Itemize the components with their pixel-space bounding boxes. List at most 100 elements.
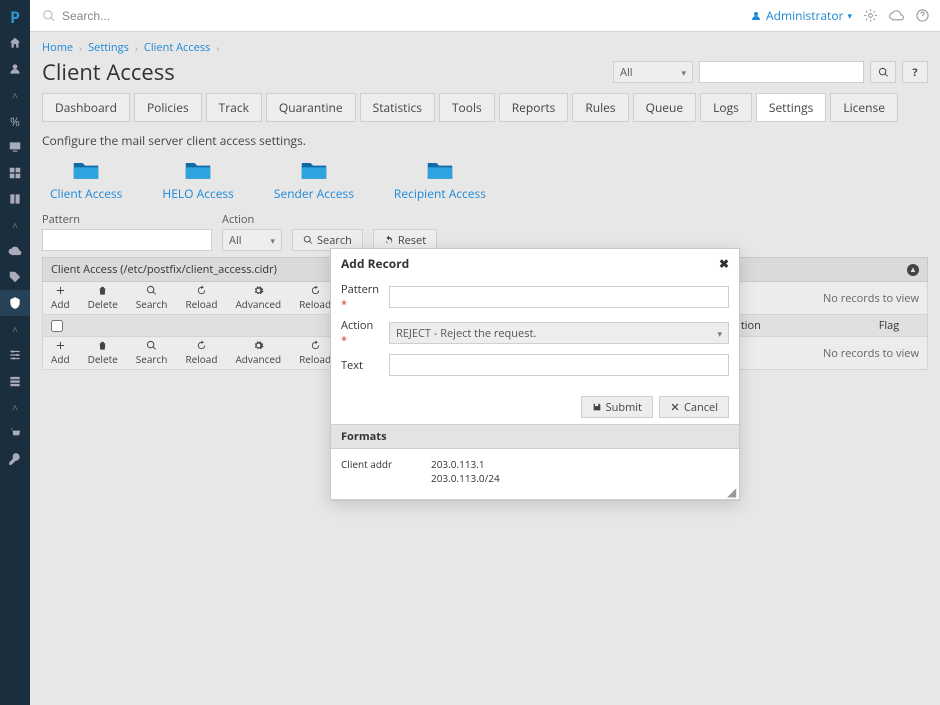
toolbar-add[interactable]: Add [51,285,70,311]
cancel-button[interactable]: Cancel [659,396,729,418]
nav-cloud-icon[interactable] [0,238,30,264]
nav-percent-icon[interactable]: % [0,108,30,134]
nav-stack-icon[interactable] [0,368,30,394]
access-type-cards: Client Access HELO Access Sender Access … [42,159,928,202]
tab-logs[interactable]: Logs [700,93,752,122]
tab-license[interactable]: License [830,93,898,122]
page-title: Client Access [42,57,175,87]
nav-monitor-icon[interactable] [0,134,30,160]
breadcrumb-settings[interactable]: Settings [88,40,129,55]
close-icon[interactable]: ✖ [719,255,729,272]
nav-tag-icon[interactable] [0,264,30,290]
caret-down-icon: ▾ [717,327,722,340]
card-helo-access[interactable]: HELO Access [162,159,234,202]
select-all-checkbox[interactable] [51,320,63,332]
toolbar-advanced[interactable]: Advanced [235,340,281,366]
app-logo[interactable]: P [10,4,20,30]
nav-cart-icon[interactable] [0,420,30,446]
section-title: Client Access (/etc/postfix/client_acces… [51,262,277,277]
toolbar-reload-2[interactable]: Reload [299,340,331,366]
intro-text: Configure the mail server client access … [42,132,928,149]
scope-dropdown[interactable]: All▾ [613,61,693,83]
resize-handle-icon[interactable]: ◢ [727,488,737,498]
user-label: Administrator [766,7,843,24]
toolbar-reload[interactable]: Reload [185,285,217,311]
close-icon [670,402,680,412]
filter-action-label: Action [222,212,282,227]
search-icon [42,9,56,23]
breadcrumb-current[interactable]: Client Access [144,40,210,55]
card-sender-access[interactable]: Sender Access [274,159,354,202]
nav-sliders-icon[interactable] [0,342,30,368]
user-menu[interactable]: Administrator ▾ [750,7,852,24]
tab-quarantine[interactable]: Quarantine [266,93,356,122]
formats-ex2: 203.0.113.0/24 [431,471,500,485]
nav-chevron-icon[interactable]: ˄ [0,316,30,342]
toolbar-search[interactable]: Search [136,285,168,311]
caret-down-icon: ▾ [681,66,686,79]
tab-queue[interactable]: Queue [633,93,697,122]
toolbar-reload[interactable]: Reload [185,340,217,366]
tab-settings[interactable]: Settings [756,93,827,122]
help-icon[interactable] [914,8,930,24]
header-search-button[interactable] [870,61,896,83]
modal-action-dropdown[interactable]: REJECT - Reject the request.▾ [389,322,729,344]
gear-icon [253,285,264,296]
toolbar-advanced[interactable]: Advanced [235,285,281,311]
folder-icon [426,159,454,181]
formats-ex1: 203.0.113.1 [431,457,500,471]
cloud-sync-icon[interactable] [888,8,904,24]
caret-down-icon: ▾ [270,234,275,247]
content: Home› Settings› Client Access› Client Ac… [30,32,940,705]
modal-action-label: Action * [341,318,381,348]
card-client-access[interactable]: Client Access [50,159,122,202]
reload-icon [196,285,207,296]
tab-reports[interactable]: Reports [499,93,569,122]
notifications-icon[interactable] [862,8,878,24]
tab-dashboard[interactable]: Dashboard [42,93,130,122]
toolbar-delete[interactable]: Delete [88,285,118,311]
breadcrumb-home[interactable]: Home [42,40,73,55]
header-search-input[interactable] [699,61,864,83]
caret-down-icon: ▾ [847,9,852,22]
nav-chevron-icon[interactable]: ˄ [0,212,30,238]
nav-home-icon[interactable] [0,30,30,56]
side-nav: P ˄ % ˄ ˄ ˄ [0,0,30,705]
search-icon [146,340,157,351]
collapse-icon[interactable]: ▲ [907,264,919,276]
toolbar-reload-2[interactable]: Reload [299,285,331,311]
filter-action-dropdown[interactable]: All▾ [222,229,282,251]
toolbar-search[interactable]: Search [136,340,168,366]
toolbar-delete[interactable]: Delete [88,340,118,366]
search-icon [146,285,157,296]
col-flag[interactable]: Flag [859,318,919,333]
tab-policies[interactable]: Policies [134,93,202,122]
nav-key-icon[interactable] [0,446,30,472]
nav-grid-icon[interactable] [0,160,30,186]
modal-text-input[interactable] [389,354,729,376]
header-search: All▾ ? [613,61,928,83]
header-help-button[interactable]: ? [902,61,928,83]
filter-pattern-input[interactable] [42,229,212,251]
nav-users-icon[interactable] [0,56,30,82]
modal-pattern-input[interactable] [389,286,729,308]
global-search-input[interactable] [62,9,738,23]
tab-statistics[interactable]: Statistics [360,93,435,122]
card-recipient-access[interactable]: Recipient Access [394,159,486,202]
nav-shield-icon[interactable] [0,290,30,316]
submit-button[interactable]: Submit [581,396,653,418]
nav-chevron-icon[interactable]: ˄ [0,82,30,108]
breadcrumb: Home› Settings› Client Access› [42,40,928,55]
modal-pattern-label: Pattern * [341,282,381,312]
add-record-modal: Add Record ✖ Pattern * Action * REJECT -… [330,248,740,501]
tab-track[interactable]: Track [206,93,262,122]
nav-chevron-icon[interactable]: ˄ [0,394,30,420]
reload-icon [310,285,321,296]
nav-book-icon[interactable] [0,186,30,212]
formats-header: Formats [331,424,739,449]
toolbar-add[interactable]: Add [51,340,70,366]
gear-icon [253,340,264,351]
global-search[interactable] [30,9,750,23]
tab-tools[interactable]: Tools [439,93,495,122]
tab-rules[interactable]: Rules [572,93,628,122]
